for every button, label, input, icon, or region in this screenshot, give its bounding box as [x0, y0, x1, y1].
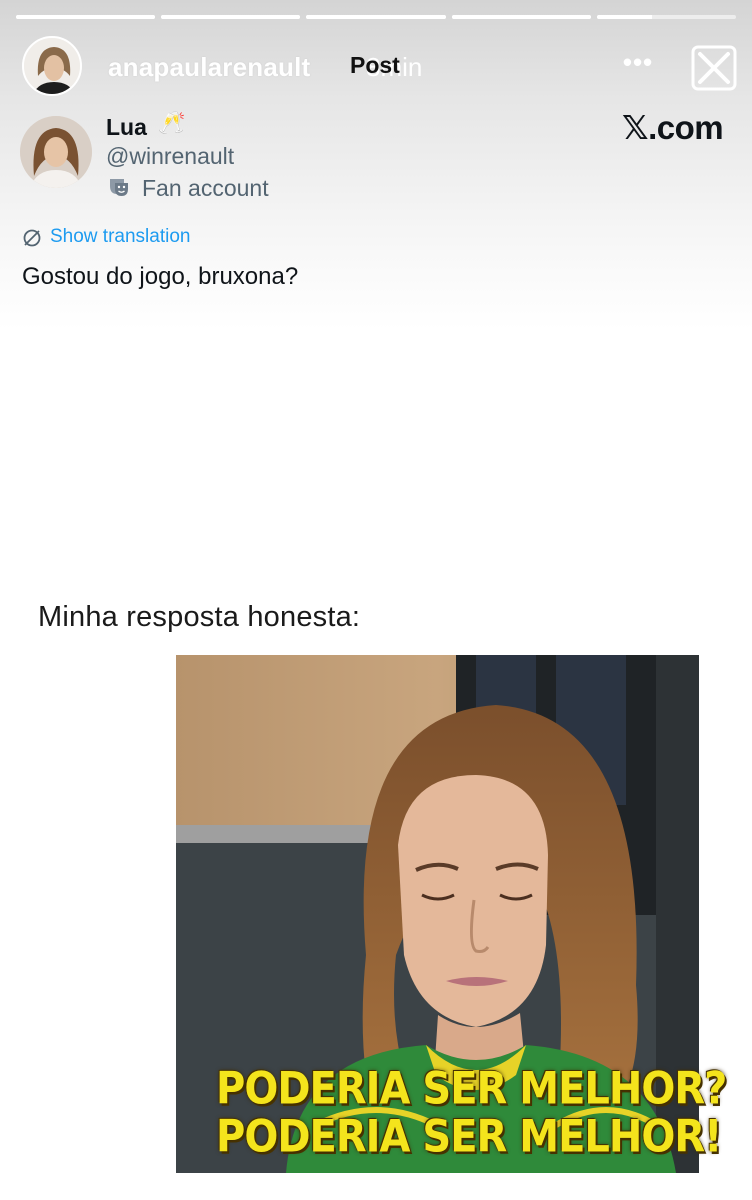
meme-subtitle-line-2: PODERIA SER MELHOR!: [216, 1111, 722, 1163]
theater-mask-icon: [108, 176, 130, 198]
progress-segment: [161, 15, 301, 19]
story-caption: Minha resposta honesta:: [38, 601, 361, 633]
progress-segment: [16, 15, 156, 19]
tweet-author-avatar[interactable]: [20, 116, 92, 188]
progress-segment: [306, 15, 446, 19]
x-com-logo: 𝕏.com: [622, 109, 724, 146]
story-avatar[interactable]: [22, 36, 82, 96]
progress-segment: [596, 15, 737, 19]
show-translation-link[interactable]: Show translation: [50, 226, 190, 248]
translate-icon[interactable]: [22, 228, 42, 248]
story-progress-bar: [16, 15, 737, 19]
tweet-author-handle[interactable]: @winrenault: [106, 143, 234, 170]
close-icon: [691, 45, 737, 91]
champagne-icon: 🥂: [158, 110, 186, 135]
tweet-text: Gostou do jogo, bruxona?: [22, 263, 299, 290]
tweet-author-name[interactable]: Lua: [106, 114, 147, 141]
meme-subtitle-line-1: PODERIA SER MELHOR?: [216, 1063, 727, 1115]
close-button[interactable]: [690, 44, 738, 92]
fan-account-label: Fan account: [142, 175, 269, 201]
more-options-button[interactable]: •••: [618, 49, 658, 78]
post-label: Post: [350, 52, 400, 78]
story-username[interactable]: anapaularenault: [108, 52, 310, 83]
progress-segment: [451, 15, 591, 19]
